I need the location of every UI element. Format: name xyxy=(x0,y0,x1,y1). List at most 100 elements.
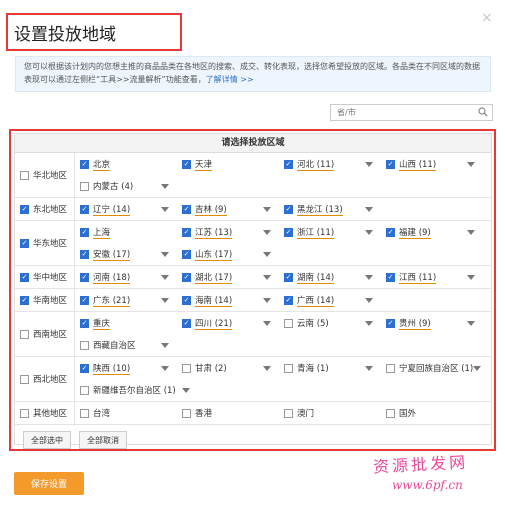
checkbox[interactable] xyxy=(80,204,89,214)
checkbox[interactable] xyxy=(80,249,89,259)
province-option[interactable]: 甘肃 (2) xyxy=(177,357,279,379)
province-option[interactable]: 北京 xyxy=(75,153,177,175)
checkbox[interactable] xyxy=(80,363,89,373)
checkbox[interactable] xyxy=(182,318,191,328)
city-dropdown-arrow-icon[interactable] xyxy=(365,365,373,371)
checkbox[interactable] xyxy=(80,181,89,191)
city-dropdown-arrow-icon[interactable] xyxy=(161,206,169,212)
checkbox[interactable] xyxy=(20,408,29,418)
checkbox[interactable] xyxy=(80,318,89,328)
province-option[interactable]: 香港 xyxy=(177,402,279,424)
checkbox[interactable] xyxy=(284,295,293,305)
region-group-checkbox[interactable]: 东北地区 xyxy=(15,198,75,220)
checkbox[interactable] xyxy=(284,204,293,214)
checkbox[interactable] xyxy=(386,272,395,282)
city-dropdown-arrow-icon[interactable] xyxy=(467,274,475,280)
learn-more-link[interactable]: 了解详情 >> xyxy=(206,75,254,84)
city-dropdown-arrow-icon[interactable] xyxy=(161,342,169,348)
province-option[interactable]: 山东 (17) xyxy=(177,243,279,265)
city-dropdown-arrow-icon[interactable] xyxy=(263,365,271,371)
province-option[interactable]: 新疆维吾尔自治区 (1) xyxy=(75,379,285,401)
checkbox[interactable] xyxy=(284,408,293,418)
region-group-checkbox[interactable]: 其他地区 xyxy=(15,402,75,424)
checkbox[interactable] xyxy=(182,363,191,373)
city-dropdown-arrow-icon[interactable] xyxy=(263,274,271,280)
region-group-checkbox[interactable]: 华东地区 xyxy=(15,221,75,265)
checkbox[interactable] xyxy=(182,249,191,259)
city-dropdown-arrow-icon[interactable] xyxy=(263,297,271,303)
region-group-checkbox[interactable]: 西北地区 xyxy=(15,357,75,401)
region-group-checkbox[interactable]: 华中地区 xyxy=(15,266,75,288)
province-option[interactable]: 河南 (18) xyxy=(75,266,177,288)
checkbox[interactable] xyxy=(386,318,395,328)
province-option[interactable]: 青海 (1) xyxy=(279,357,381,379)
city-dropdown-arrow-icon[interactable] xyxy=(263,206,271,212)
city-dropdown-arrow-icon[interactable] xyxy=(365,297,373,303)
checkbox[interactable] xyxy=(20,329,29,339)
save-settings-button[interactable]: 保存设置 xyxy=(14,472,84,495)
checkbox[interactable] xyxy=(20,170,29,180)
province-option[interactable]: 河北 (11) xyxy=(279,153,381,175)
province-option[interactable]: 辽宁 (14) xyxy=(75,198,177,220)
checkbox[interactable] xyxy=(386,159,395,169)
province-option[interactable]: 陕西 (10) xyxy=(75,357,177,379)
city-dropdown-arrow-icon[interactable] xyxy=(365,229,373,235)
city-dropdown-arrow-icon[interactable] xyxy=(467,320,475,326)
search-icon[interactable] xyxy=(478,107,488,117)
province-option[interactable]: 四川 (21) xyxy=(177,312,279,334)
province-option[interactable]: 安徽 (17) xyxy=(75,243,177,265)
checkbox[interactable] xyxy=(284,318,293,328)
province-search-input[interactable] xyxy=(331,105,483,120)
city-dropdown-arrow-icon[interactable] xyxy=(263,320,271,326)
province-option[interactable]: 江苏 (13) xyxy=(177,221,279,243)
city-dropdown-arrow-icon[interactable] xyxy=(473,365,482,371)
city-dropdown-arrow-icon[interactable] xyxy=(467,161,475,167)
province-option[interactable]: 广东 (21) xyxy=(75,289,177,311)
checkbox[interactable] xyxy=(20,238,29,248)
checkbox[interactable] xyxy=(284,363,293,373)
region-group-checkbox[interactable]: 西南地区 xyxy=(15,312,75,356)
select-all-button[interactable]: 全部选中 xyxy=(23,431,71,449)
province-option[interactable]: 广西 (14) xyxy=(279,289,381,311)
province-option[interactable]: 湖南 (14) xyxy=(279,266,381,288)
checkbox[interactable] xyxy=(80,159,89,169)
province-search-box[interactable] xyxy=(330,104,493,121)
checkbox[interactable] xyxy=(80,385,89,395)
province-option[interactable]: 山西 (11) xyxy=(381,153,483,175)
checkbox[interactable] xyxy=(182,408,191,418)
checkbox[interactable] xyxy=(386,227,395,237)
province-option[interactable]: 西藏自治区 xyxy=(75,334,177,356)
checkbox[interactable] xyxy=(182,227,191,237)
city-dropdown-arrow-icon[interactable] xyxy=(365,161,373,167)
city-dropdown-arrow-icon[interactable] xyxy=(161,183,169,189)
checkbox[interactable] xyxy=(80,340,89,350)
checkbox[interactable] xyxy=(182,272,191,282)
province-option[interactable]: 澳门 xyxy=(279,402,381,424)
province-option[interactable]: 海南 (14) xyxy=(177,289,279,311)
region-group-checkbox[interactable]: 华北地区 xyxy=(15,153,75,197)
city-dropdown-arrow-icon[interactable] xyxy=(161,274,169,280)
checkbox[interactable] xyxy=(386,363,395,373)
deselect-all-button[interactable]: 全部取消 xyxy=(79,431,127,449)
province-option[interactable]: 天津 xyxy=(177,153,279,175)
checkbox[interactable] xyxy=(284,227,293,237)
city-dropdown-arrow-icon[interactable] xyxy=(263,251,271,257)
city-dropdown-arrow-icon[interactable] xyxy=(365,274,373,280)
checkbox[interactable] xyxy=(182,204,191,214)
province-option[interactable]: 台湾 xyxy=(75,402,177,424)
close-icon[interactable]: × xyxy=(481,10,493,26)
city-dropdown-arrow-icon[interactable] xyxy=(365,206,373,212)
checkbox[interactable] xyxy=(20,272,29,282)
city-dropdown-arrow-icon[interactable] xyxy=(161,297,169,303)
checkbox[interactable] xyxy=(80,272,89,282)
province-option[interactable]: 吉林 (9) xyxy=(177,198,279,220)
province-option[interactable]: 国外 xyxy=(381,402,483,424)
province-option[interactable]: 湖北 (17) xyxy=(177,266,279,288)
province-option[interactable]: 福建 (9) xyxy=(381,221,483,243)
province-option[interactable]: 黑龙江 (13) xyxy=(279,198,381,220)
city-dropdown-arrow-icon[interactable] xyxy=(467,229,475,235)
province-option[interactable]: 云南 (5) xyxy=(279,312,381,334)
checkbox[interactable] xyxy=(80,408,89,418)
city-dropdown-arrow-icon[interactable] xyxy=(365,320,373,326)
checkbox[interactable] xyxy=(80,227,89,237)
